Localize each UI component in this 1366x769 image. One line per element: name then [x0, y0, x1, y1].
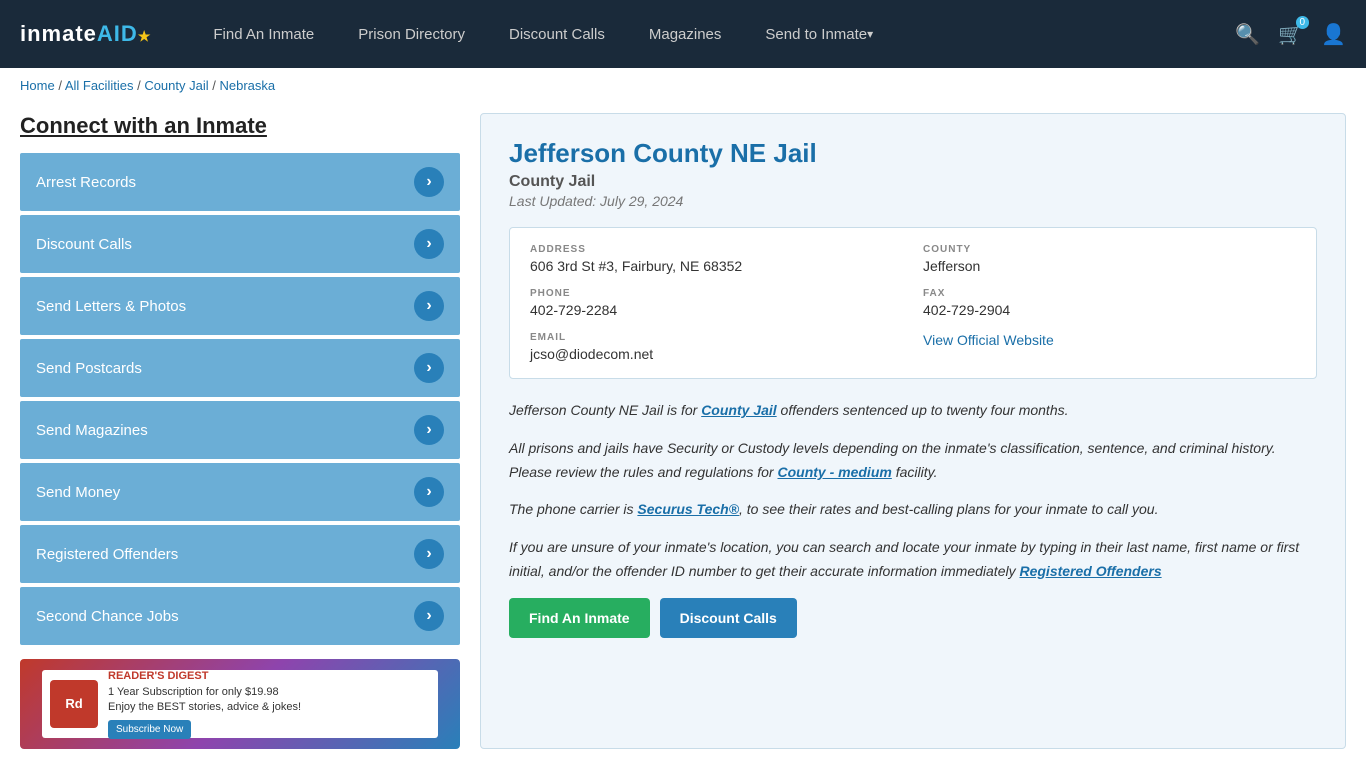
- desc-para-4: If you are unsure of your inmate's locat…: [509, 536, 1317, 584]
- desc-para-2: All prisons and jails have Security or C…: [509, 437, 1317, 485]
- fax-value: 402-729-2904: [923, 302, 1296, 318]
- address-value: 606 3rd St #3, Fairbury, NE 68352: [530, 258, 903, 274]
- nav-find-inmate[interactable]: Find An Inmate: [191, 0, 336, 68]
- discount-calls-button[interactable]: Discount Calls: [660, 598, 797, 638]
- sidebar-item-registered-offenders[interactable]: Registered Offenders ›: [20, 525, 460, 583]
- sidebar-item-label: Send Magazines: [36, 422, 148, 439]
- cart-count: 0: [1296, 16, 1310, 29]
- ad-subscribe-button[interactable]: Subscribe Now: [108, 720, 191, 739]
- fax-field: FAX 402-729-2904: [923, 288, 1296, 318]
- registered-offenders-link[interactable]: Registered Offenders: [1019, 563, 1161, 579]
- sidebar-item-send-postcards[interactable]: Send Postcards ›: [20, 339, 460, 397]
- breadcrumb: Home / All Facilities / County Jail / Ne…: [0, 68, 1366, 103]
- ad-inner: Rd READER'S DIGEST 1 Year Subscription f…: [42, 670, 438, 738]
- nav-icons: 🔍 🛒 0 👤: [1235, 22, 1346, 47]
- logo-inmate-text: inmate: [20, 21, 97, 46]
- county-value: Jefferson: [923, 258, 1296, 274]
- sidebar-advertisement: Rd READER'S DIGEST 1 Year Subscription f…: [20, 659, 460, 749]
- main-nav: inmateAID★ Find An Inmate Prison Directo…: [0, 0, 1366, 68]
- facility-last-updated: Last Updated: July 29, 2024: [509, 193, 1317, 209]
- website-field: View Official Website: [923, 332, 1296, 362]
- nav-send-to-inmate[interactable]: Send to Inmate: [743, 0, 895, 68]
- ad-subtext: Enjoy the BEST stories, advice & jokes!: [108, 701, 301, 713]
- cart-button[interactable]: 🛒 0: [1278, 22, 1303, 47]
- address-field: ADDRESS 606 3rd St #3, Fairbury, NE 6835…: [530, 244, 903, 274]
- county-label: COUNTY: [923, 244, 1296, 255]
- sidebar-arrow-icon: ›: [414, 353, 444, 383]
- address-label: ADDRESS: [530, 244, 903, 255]
- user-button[interactable]: 👤: [1321, 22, 1346, 47]
- breadcrumb-state[interactable]: Nebraska: [219, 78, 275, 93]
- facility-info-box: ADDRESS 606 3rd St #3, Fairbury, NE 6835…: [509, 227, 1317, 379]
- logo-star-icon: ★: [138, 28, 152, 44]
- sidebar-arrow-icon: ›: [414, 539, 444, 569]
- sidebar-item-send-letters[interactable]: Send Letters & Photos ›: [20, 277, 460, 335]
- securus-tech-link[interactable]: Securus Tech®: [637, 501, 739, 517]
- sidebar-item-discount-calls[interactable]: Discount Calls ›: [20, 215, 460, 273]
- sidebar-menu: Arrest Records › Discount Calls › Send L…: [20, 153, 460, 645]
- facility-type: County Jail: [509, 173, 1317, 191]
- sidebar-arrow-icon: ›: [414, 167, 444, 197]
- sidebar-arrow-icon: ›: [414, 477, 444, 507]
- sidebar-title: Connect with an Inmate: [20, 113, 460, 139]
- sidebar-arrow-icon: ›: [414, 415, 444, 445]
- sidebar-item-label: Send Letters & Photos: [36, 298, 186, 315]
- breadcrumb-all-facilities[interactable]: All Facilities: [65, 78, 134, 93]
- email-label: EMAIL: [530, 332, 903, 343]
- facility-title: Jefferson County NE Jail: [509, 138, 1317, 169]
- find-inmate-button[interactable]: Find An Inmate: [509, 598, 650, 638]
- ad-headline: 1 Year Subscription for only $19.98: [108, 686, 279, 698]
- sidebar-item-send-money[interactable]: Send Money ›: [20, 463, 460, 521]
- sidebar-item-label: Send Postcards: [36, 360, 142, 377]
- ad-brand: READER'S DIGEST: [108, 670, 208, 682]
- sidebar-item-second-chance-jobs[interactable]: Second Chance Jobs ›: [20, 587, 460, 645]
- nav-discount-calls[interactable]: Discount Calls: [487, 0, 627, 68]
- sidebar-item-label: Registered Offenders: [36, 546, 178, 563]
- nav-magazines[interactable]: Magazines: [627, 0, 744, 68]
- email-value: jcso@diodecom.net: [530, 346, 903, 362]
- bottom-buttons: Find An Inmate Discount Calls: [509, 598, 1317, 638]
- logo-aid-text: AID: [97, 21, 138, 46]
- nav-prison-directory[interactable]: Prison Directory: [336, 0, 487, 68]
- sidebar-item-label: Second Chance Jobs: [36, 608, 179, 625]
- phone-field: PHONE 402-729-2284: [530, 288, 903, 318]
- nav-links: Find An Inmate Prison Directory Discount…: [191, 0, 1235, 68]
- phone-value: 402-729-2284: [530, 302, 903, 318]
- phone-label: PHONE: [530, 288, 903, 299]
- desc-para-3: The phone carrier is Securus Tech®, to s…: [509, 498, 1317, 522]
- page-content: Connect with an Inmate Arrest Records › …: [0, 103, 1366, 769]
- sidebar-item-label: Discount Calls: [36, 236, 132, 253]
- search-button[interactable]: 🔍: [1235, 22, 1260, 47]
- main-content: Jefferson County NE Jail County Jail Las…: [480, 113, 1346, 749]
- sidebar-arrow-icon: ›: [414, 601, 444, 631]
- sidebar-item-label: Arrest Records: [36, 174, 136, 191]
- sidebar-arrow-icon: ›: [414, 229, 444, 259]
- desc-para-1: Jefferson County NE Jail is for County J…: [509, 399, 1317, 423]
- breadcrumb-home[interactable]: Home: [20, 78, 55, 93]
- view-official-website-link[interactable]: View Official Website: [923, 332, 1054, 348]
- site-logo[interactable]: inmateAID★: [20, 21, 151, 47]
- breadcrumb-county-jail[interactable]: County Jail: [144, 78, 208, 93]
- ad-text: READER'S DIGEST 1 Year Subscription for …: [108, 669, 301, 738]
- sidebar-item-label: Send Money: [36, 484, 120, 501]
- sidebar-arrow-icon: ›: [414, 291, 444, 321]
- ad-logo: Rd: [50, 680, 98, 728]
- county-field: COUNTY Jefferson: [923, 244, 1296, 274]
- county-medium-link[interactable]: County - medium: [777, 464, 891, 480]
- fax-label: FAX: [923, 288, 1296, 299]
- sidebar: Connect with an Inmate Arrest Records › …: [20, 113, 460, 749]
- county-jail-link-1[interactable]: County Jail: [701, 402, 776, 418]
- email-field: EMAIL jcso@diodecom.net: [530, 332, 903, 362]
- sidebar-item-send-magazines[interactable]: Send Magazines ›: [20, 401, 460, 459]
- sidebar-item-arrest-records[interactable]: Arrest Records ›: [20, 153, 460, 211]
